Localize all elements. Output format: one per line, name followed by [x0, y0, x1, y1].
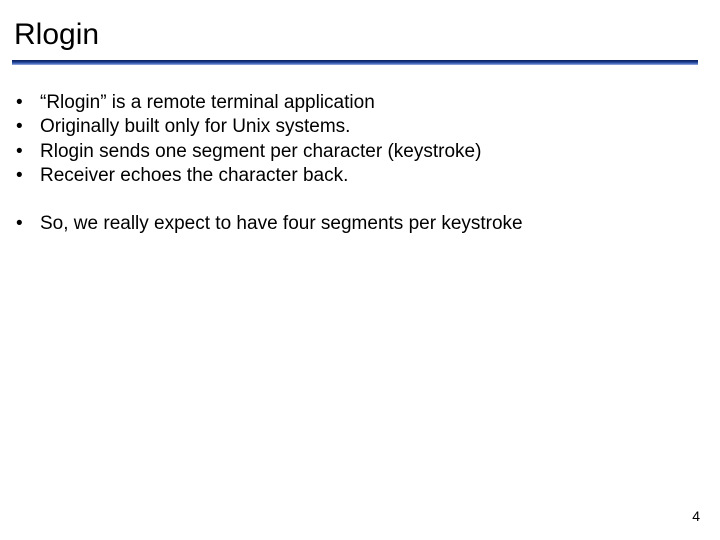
bullet-icon: •: [16, 115, 40, 139]
page-number: 4: [692, 508, 700, 524]
bullet-text: “Rlogin” is a remote terminal applicatio…: [40, 91, 375, 115]
bullet-text: So, we really expect to have four segmen…: [40, 212, 523, 236]
title-rule: [12, 60, 698, 65]
bullet-icon: •: [16, 91, 40, 115]
slide-title: Rlogin: [14, 18, 696, 52]
spacer: [14, 188, 696, 212]
bullet-icon: •: [16, 140, 40, 164]
bullet-icon: •: [16, 212, 40, 236]
bullet-icon: •: [16, 164, 40, 188]
list-item: • So, we really expect to have four segm…: [16, 212, 696, 236]
bullet-list-a: • “Rlogin” is a remote terminal applicat…: [14, 91, 696, 188]
bullet-text: Rlogin sends one segment per character (…: [40, 140, 481, 164]
bullet-list-b: • So, we really expect to have four segm…: [14, 212, 696, 236]
list-item: • Rlogin sends one segment per character…: [16, 140, 696, 164]
bullet-text: Originally built only for Unix systems.: [40, 115, 350, 139]
bullet-text: Receiver echoes the character back.: [40, 164, 348, 188]
list-item: • “Rlogin” is a remote terminal applicat…: [16, 91, 696, 115]
list-item: • Receiver echoes the character back.: [16, 164, 696, 188]
slide: Rlogin • “Rlogin” is a remote terminal a…: [0, 0, 720, 540]
slide-body: • “Rlogin” is a remote terminal applicat…: [14, 91, 696, 237]
list-item: • Originally built only for Unix systems…: [16, 115, 696, 139]
